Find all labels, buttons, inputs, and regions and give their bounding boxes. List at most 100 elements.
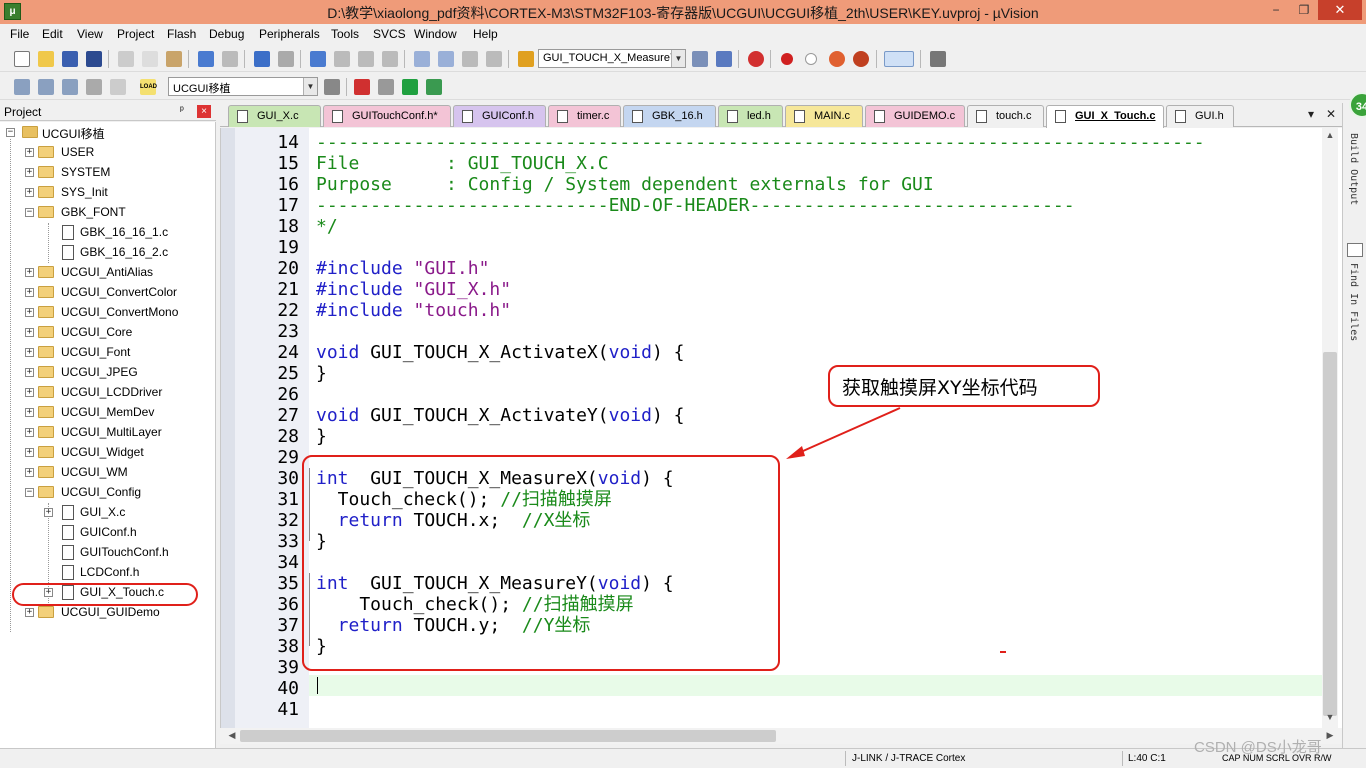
- target-combo[interactable]: UCGUI移植 ▼: [168, 77, 318, 96]
- code-line[interactable]: }: [316, 426, 327, 447]
- tree-group-config[interactable]: − UCGUI_Config: [0, 483, 216, 503]
- translate-icon[interactable]: [14, 79, 30, 95]
- nav-forward-icon[interactable]: [278, 51, 294, 67]
- expand-icon[interactable]: +: [25, 448, 34, 457]
- menu-help[interactable]: Help: [473, 27, 498, 41]
- expand-icon[interactable]: +: [25, 148, 34, 157]
- manage-components-icon[interactable]: [354, 79, 370, 95]
- batch-build-icon[interactable]: [86, 79, 102, 95]
- breakpoint-margin[interactable]: [221, 128, 235, 728]
- code-line[interactable]: #include "GUI.h": [316, 258, 489, 279]
- minimize-button[interactable]: −: [1262, 0, 1290, 20]
- vertical-scrollbar[interactable]: ▲ ▼: [1322, 128, 1338, 728]
- menu-edit[interactable]: Edit: [42, 27, 63, 41]
- tree-file[interactable]: GUIConf.h: [0, 523, 216, 543]
- tab-timer-c[interactable]: timer.c: [548, 105, 621, 127]
- code-line[interactable]: */: [316, 216, 338, 237]
- collapse-icon[interactable]: −: [25, 208, 34, 217]
- menu-window[interactable]: Window: [414, 27, 457, 41]
- find-in-files-icon[interactable]: [518, 51, 534, 67]
- open-file-icon[interactable]: [38, 51, 54, 67]
- expand-icon[interactable]: +: [25, 608, 34, 617]
- tree-file[interactable]: + GUI_X.c: [0, 503, 216, 523]
- horizontal-scrollbar[interactable]: ◀ ▶: [220, 728, 1342, 744]
- menu-svcs[interactable]: SVCS: [373, 27, 406, 41]
- configure-icon[interactable]: [930, 51, 946, 67]
- menu-flash[interactable]: Flash: [167, 27, 196, 41]
- build-icon[interactable]: [38, 79, 54, 95]
- tree-group-lcddriver[interactable]: + UCGUI_LCDDriver: [0, 383, 216, 403]
- tree-group-user[interactable]: + USER: [0, 143, 216, 163]
- scroll-up-icon[interactable]: ▲: [1322, 130, 1338, 140]
- tree-file[interactable]: LCDConf.h: [0, 563, 216, 583]
- menu-peripherals[interactable]: Peripherals: [259, 27, 320, 41]
- code-line[interactable]: File : GUI_TOUCH_X.C: [316, 153, 609, 174]
- code-line[interactable]: ---------------------------END-OF-HEADER…: [316, 195, 1075, 216]
- tab-gbk16-h[interactable]: GBK_16.h: [623, 105, 716, 127]
- paste-icon[interactable]: [166, 51, 182, 67]
- tree-root[interactable]: − UCGUI移植: [0, 123, 216, 143]
- new-file-icon[interactable]: [14, 51, 30, 67]
- target-options-icon[interactable]: [324, 79, 340, 95]
- chevron-down-icon[interactable]: ▼: [671, 50, 685, 67]
- find-icon[interactable]: [692, 51, 708, 67]
- expand-icon[interactable]: +: [25, 328, 34, 337]
- tree-group-multilayer[interactable]: + UCGUI_MultiLayer: [0, 423, 216, 443]
- expand-icon[interactable]: +: [25, 288, 34, 297]
- tree-group-guidemo[interactable]: + UCGUI_GUIDemo: [0, 603, 216, 623]
- stop-build-icon[interactable]: [110, 79, 126, 95]
- close-panel-icon[interactable]: ×: [197, 105, 211, 118]
- find-in-files-panel-icon[interactable]: [1347, 243, 1363, 257]
- code-line[interactable]: }: [316, 363, 327, 384]
- expand-icon[interactable]: +: [25, 368, 34, 377]
- tree-file[interactable]: GUITouchConf.h: [0, 543, 216, 563]
- clear-bookmarks-icon[interactable]: [382, 51, 398, 67]
- maximize-button[interactable]: ❐: [1290, 0, 1318, 20]
- menu-debug[interactable]: Debug: [209, 27, 244, 41]
- scroll-down-icon[interactable]: ▼: [1322, 712, 1338, 722]
- function-combo[interactable]: GUI_TOUCH_X_MeasureY ▼: [538, 49, 686, 68]
- next-bookmark-icon[interactable]: [358, 51, 374, 67]
- prev-bookmark-icon[interactable]: [334, 51, 350, 67]
- save-icon[interactable]: [62, 51, 78, 67]
- disable-breakpoint-icon[interactable]: [805, 53, 817, 65]
- tree-group-widget[interactable]: + UCGUI_Widget: [0, 443, 216, 463]
- tree-group-sys-init[interactable]: + SYS_Init: [0, 183, 216, 203]
- kill-all-breakpoints-icon[interactable]: [853, 51, 869, 67]
- expand-icon[interactable]: +: [25, 408, 34, 417]
- vertical-scroll-thumb[interactable]: [1323, 352, 1337, 716]
- kill-breakpoints-icon[interactable]: [829, 51, 845, 67]
- cut-icon[interactable]: [118, 51, 134, 67]
- expand-icon[interactable]: +: [25, 388, 34, 397]
- expand-icon[interactable]: +: [25, 168, 34, 177]
- tree-group-system[interactable]: + SYSTEM: [0, 163, 216, 183]
- undo-icon[interactable]: [198, 51, 214, 67]
- tree-group-convertmono[interactable]: + UCGUI_ConvertMono: [0, 303, 216, 323]
- indent-icon[interactable]: [414, 51, 430, 67]
- code-line[interactable]: void GUI_TOUCH_X_ActivateX(void) {: [316, 342, 684, 363]
- select-packs-icon[interactable]: [378, 79, 394, 95]
- unindent-icon[interactable]: [438, 51, 454, 67]
- tab-led-h[interactable]: led.h: [718, 105, 783, 127]
- tab-gui-x-touch-c[interactable]: GUI_X_Touch.c: [1046, 105, 1164, 128]
- find-in-files-tab[interactable]: Find In Files: [1348, 263, 1359, 341]
- tab-guitouchconf-h[interactable]: GUITouchConf.h*: [323, 105, 451, 127]
- scroll-right-icon[interactable]: ▶: [1322, 730, 1338, 741]
- comment-icon[interactable]: [462, 51, 478, 67]
- expand-icon[interactable]: +: [25, 308, 34, 317]
- tab-gui-x-c[interactable]: GUI_X.c: [228, 105, 321, 127]
- scroll-left-icon[interactable]: ◀: [224, 730, 240, 741]
- expand-icon[interactable]: +: [25, 428, 34, 437]
- rebuild-icon[interactable]: [62, 79, 78, 95]
- pin-icon[interactable]: ᵖ: [180, 105, 184, 116]
- tab-gui-h[interactable]: GUI.h: [1166, 105, 1234, 127]
- menu-view[interactable]: View: [77, 27, 103, 41]
- tree-group-wm[interactable]: + UCGUI_WM: [0, 463, 216, 483]
- nav-back-icon[interactable]: [254, 51, 270, 67]
- expand-icon[interactable]: +: [44, 508, 53, 517]
- tree-group-jpeg[interactable]: + UCGUI_JPEG: [0, 363, 216, 383]
- expand-icon[interactable]: +: [25, 468, 34, 477]
- expand-icon[interactable]: +: [25, 348, 34, 357]
- copy-icon[interactable]: [142, 51, 158, 67]
- tab-guidemo-c[interactable]: GUIDEMO.c: [865, 105, 965, 127]
